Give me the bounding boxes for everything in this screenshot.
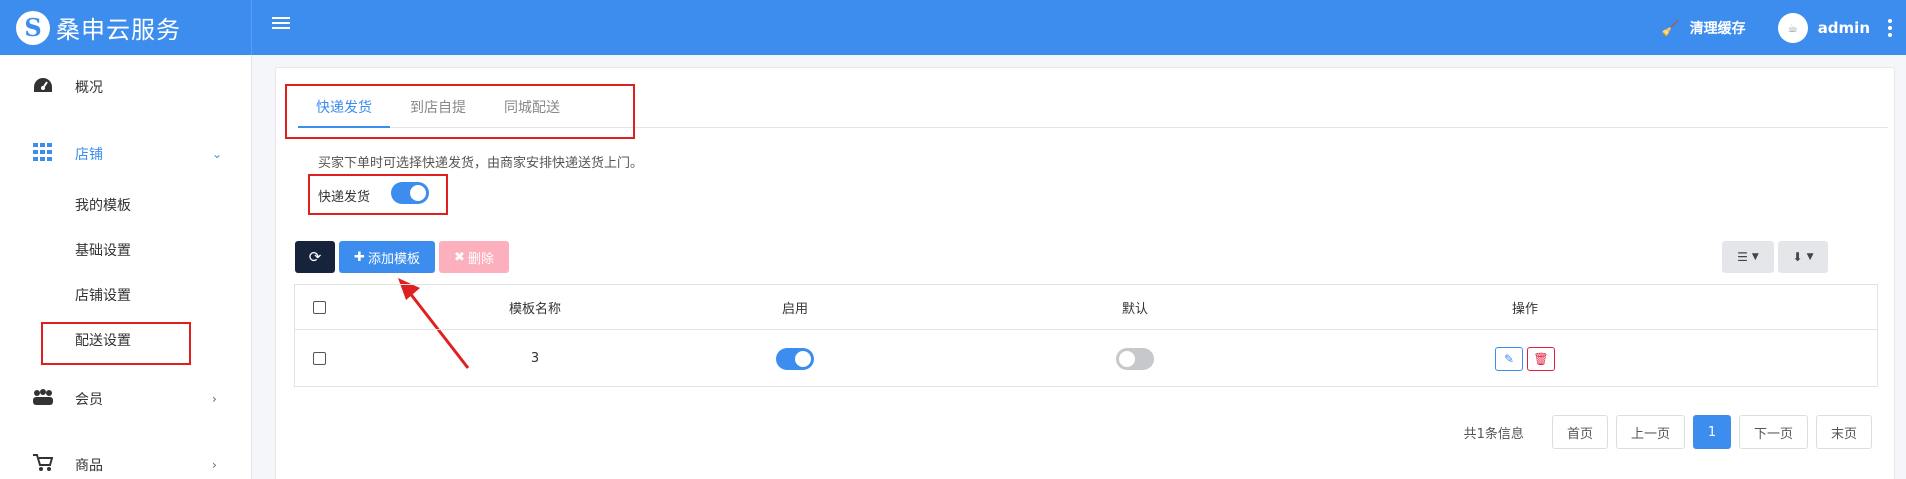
table-row: 3 ✎ 🗑 [295, 330, 1877, 387]
row-template-name: 3 [530, 351, 540, 366]
prev-page-button[interactable]: 上一页 [1615, 415, 1685, 449]
caret-down-icon: ▼ [1751, 252, 1759, 262]
page-1-button[interactable]: 1 [1692, 415, 1731, 449]
sidebar-item-label: 店铺 [75, 147, 103, 163]
sidebar-item-products[interactable]: 商品 › [0, 448, 252, 479]
plus-icon: ✚ [354, 249, 365, 265]
clear-cache-label: 清理缓存 [1689, 20, 1746, 37]
brand[interactable]: S 桑申云服务 [0, 0, 252, 55]
users-icon [32, 388, 54, 410]
row-actions: ✎ 🗑 [1425, 330, 1625, 387]
highlight-box-delivery-settings [41, 322, 191, 365]
trash-icon: 🗑 [1533, 351, 1549, 366]
clear-cache-icon: 🧹 [1661, 18, 1680, 37]
logo-icon: S [16, 10, 50, 45]
last-page-button[interactable]: 末页 [1815, 415, 1872, 449]
chevron-down-icon: ⌄ [212, 147, 223, 161]
brand-name: 桑申云服务 [56, 16, 181, 44]
sidebar-item-store[interactable]: 店铺 ⌄ [0, 137, 252, 171]
refresh-icon: ⟳ [308, 248, 322, 266]
column-header-enabled[interactable]: 启用 [695, 285, 895, 329]
row-default-cell [1035, 330, 1235, 387]
cart-icon [32, 453, 54, 477]
delete-label: 删除 [467, 251, 494, 267]
more-options-icon[interactable] [1888, 18, 1892, 37]
close-icon: ✖ [454, 249, 465, 265]
column-header-actions: 操作 [1511, 301, 1538, 317]
column-header-default[interactable]: 默认 [1035, 285, 1235, 329]
highlight-box-toggle [308, 174, 448, 215]
sidebar-item-label: 商品 [75, 458, 103, 474]
pencil-icon: ✎ [1503, 351, 1515, 366]
export-button[interactable]: ⬇ ▼ [1778, 241, 1828, 273]
chevron-right-icon: › [212, 458, 217, 472]
row-default-toggle[interactable] [1116, 347, 1154, 370]
chevron-right-icon: › [212, 392, 217, 406]
caret-down-icon: ▼ [1806, 252, 1814, 262]
avatar[interactable]: ☕ [1777, 12, 1808, 43]
sidebar-item-label: 概况 [75, 80, 103, 96]
first-page-button[interactable]: 首页 [1551, 415, 1608, 449]
add-template-button[interactable]: ✚ 添加模板 [339, 241, 435, 273]
template-table: 模板名称 启用 默认 操作 3 ✎ 🗑 [294, 284, 1878, 387]
pagination: 共1条信息 首页 上一页 1 下一页 末页 [1464, 415, 1872, 449]
sidebar-item-label: 会员 [75, 392, 103, 408]
add-template-label: 添加模板 [367, 251, 420, 267]
column-header-name[interactable]: 模板名称 [375, 285, 695, 329]
delivery-settings-panel: 快递发货 到店自提 同城配送 买家下单时可选择快递发货，由商家安排快递送货上门。… [275, 67, 1895, 479]
sidebar-item-members[interactable]: 会员 › [0, 382, 252, 416]
next-page-button[interactable]: 下一页 [1738, 415, 1808, 449]
sidebar-item-overview[interactable]: 概况 [0, 70, 252, 104]
username[interactable]: admin [1818, 19, 1870, 37]
sidebar-subitem-basic-settings[interactable]: 基础设置 [75, 240, 131, 260]
columns-toggle-button[interactable]: ☰ ▼ [1722, 241, 1774, 273]
delete-button[interactable]: ✖ 删除 [439, 241, 509, 273]
sidebar-subitem-store-settings[interactable]: 店铺设置 [75, 285, 131, 305]
delete-row-button[interactable]: 🗑 [1527, 346, 1555, 371]
menu-toggle-icon[interactable] [272, 14, 290, 32]
edit-button[interactable]: ✎ [1495, 346, 1523, 371]
select-all-checkbox[interactable] [309, 285, 329, 329]
row-enabled-cell [695, 330, 895, 387]
list-icon: ☰ [1737, 250, 1748, 264]
row-enabled-toggle[interactable] [776, 347, 814, 370]
table-header: 模板名称 启用 默认 操作 [295, 285, 1877, 330]
description-text: 买家下单时可选择快递发货，由商家安排快递送货上门。 [318, 156, 644, 171]
top-bar: S 桑申云服务 🧹 清理缓存 ☕ admin [0, 0, 1906, 55]
page-info: 共1条信息 [1463, 426, 1524, 442]
sidebar: 概况 店铺 ⌄ 我的模板 基础设置 店铺设置 配送设置 会员 › 商品 › [0, 55, 252, 479]
highlight-box-tabs [285, 84, 635, 139]
grid-icon [32, 142, 54, 166]
clear-cache-button[interactable]: 🧹 清理缓存 [1661, 18, 1746, 38]
dashboard-icon [32, 77, 54, 98]
sidebar-subitem-templates[interactable]: 我的模板 [75, 195, 131, 215]
download-icon: ⬇ [1792, 250, 1803, 264]
row-checkbox[interactable] [309, 330, 329, 387]
refresh-button[interactable]: ⟳ [295, 241, 335, 273]
